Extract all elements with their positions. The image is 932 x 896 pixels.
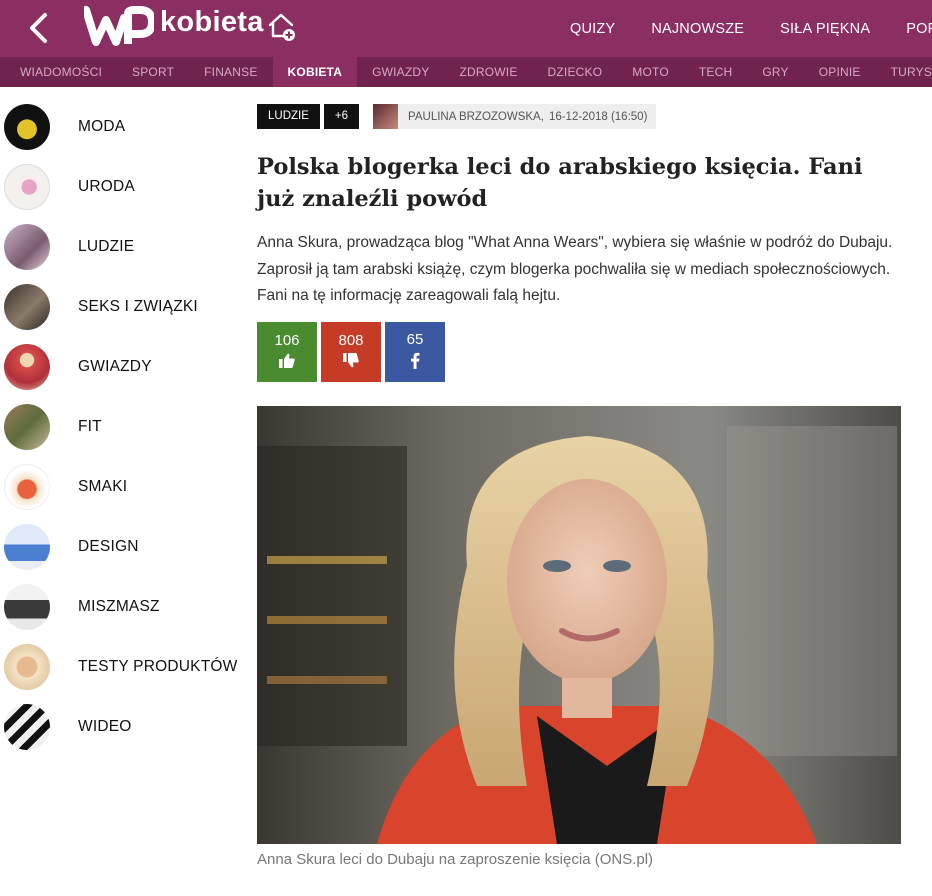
dislike-button[interactable]: 808: [321, 322, 381, 382]
miszmasz-thumbnail: [4, 584, 50, 630]
cat-zdrowie[interactable]: ZDROWIE: [444, 57, 532, 87]
cat-dziecko[interactable]: DZIECKO: [533, 57, 618, 87]
nav-popularne[interactable]: POPU: [906, 21, 932, 37]
author-name: PAULINA BRZOZOWSKA,: [408, 110, 544, 123]
seks-thumbnail: [4, 284, 50, 330]
wideo-thumbnail: [4, 704, 50, 750]
facebook-count: 65: [406, 330, 424, 348]
article-tag[interactable]: LUDZIE: [257, 104, 320, 129]
sidebar-item-label: URODA: [78, 178, 135, 195]
sidebar: MODA URODA LUDZIE SEKS I ZWIĄZKI GWIAZDY…: [0, 97, 240, 757]
design-thumbnail: [4, 524, 50, 570]
sidebar-item-label: WIDEO: [78, 718, 132, 735]
article-tag-more[interactable]: +6: [323, 104, 360, 129]
uroda-thumbnail: [4, 164, 50, 210]
sidebar-item-gwiazdy[interactable]: GWIAZDY: [0, 337, 240, 397]
sidebar-item-label: MODA: [78, 118, 126, 135]
testy-thumbnail: [4, 644, 50, 690]
sidebar-item-uroda[interactable]: URODA: [0, 157, 240, 217]
sidebar-item-smaki[interactable]: SMAKI: [0, 457, 240, 517]
article-lead: Anna Skura, prowadząca blog "What Anna W…: [257, 234, 893, 304]
cat-turystyka[interactable]: TURYSTYKA: [876, 57, 932, 87]
sidebar-item-design[interactable]: DESIGN: [0, 517, 240, 577]
dislike-count: 808: [338, 331, 364, 349]
facebook-share-button[interactable]: 65: [385, 322, 445, 382]
sidebar-item-label: LUDZIE: [78, 238, 135, 255]
back-icon[interactable]: [22, 10, 54, 46]
gwiazdy-thumbnail: [4, 344, 50, 390]
avatar: [373, 104, 399, 129]
facebook-icon: [410, 352, 420, 374]
like-button[interactable]: 106: [257, 322, 317, 382]
sidebar-item-label: GWIAZDY: [78, 358, 152, 375]
sidebar-item-wideo[interactable]: WIDEO: [0, 697, 240, 757]
cat-kobieta[interactable]: KOBIETA: [272, 57, 358, 87]
sidebar-item-seks-i-zwiazki[interactable]: SEKS I ZWIĄZKI: [0, 277, 240, 337]
sidebar-item-fit[interactable]: FIT: [0, 397, 240, 457]
cat-sport[interactable]: SPORT: [117, 57, 189, 87]
sidebar-item-label: FIT: [78, 418, 102, 435]
logo-text[interactable]: kobieta: [160, 6, 264, 39]
thumbs-down-icon: [343, 352, 359, 373]
thumbs-up-icon: [279, 353, 295, 373]
article-title: Polska blogerka leci do arabskiego księc…: [257, 154, 863, 212]
category-bar: WIADOMOŚCI SPORT FINANSE KOBIETA GWIAZDY…: [0, 57, 932, 87]
sidebar-item-label: TESTY PRODUKTÓW: [78, 658, 238, 675]
top-bar: kobieta QUIZY NAJNOWSZE SIŁA PIĘKNA POPU: [0, 0, 932, 57]
sidebar-item-miszmasz[interactable]: MISZMASZ: [0, 577, 240, 637]
article-meta: LUDZIE +6 PAULINA BRZOZOWSKA, 16-12-2018…: [257, 104, 657, 129]
nav-quizy[interactable]: QUIZY: [570, 21, 615, 37]
like-count: 106: [274, 331, 300, 349]
sidebar-item-label: SEKS I ZWIĄZKI: [78, 298, 198, 315]
fit-thumbnail: [4, 404, 50, 450]
nav-najnowsze[interactable]: NAJNOWSZE: [651, 21, 744, 37]
cat-moto[interactable]: MOTO: [617, 57, 684, 87]
cat-finanse[interactable]: FINANSE: [189, 57, 272, 87]
author-box: PAULINA BRZOZOWSKA, 16-12-2018 (16:50): [373, 104, 657, 129]
sidebar-item-label: MISZMASZ: [78, 598, 160, 615]
sidebar-item-testy-produktow[interactable]: TESTY PRODUKTÓW: [0, 637, 240, 697]
nav-sila-piekna[interactable]: SIŁA PIĘKNA: [780, 21, 870, 37]
cat-opinie[interactable]: OPINIE: [804, 57, 876, 87]
article-photo[interactable]: [257, 406, 901, 844]
top-nav: QUIZY NAJNOWSZE SIŁA PIĘKNA POPU: [552, 0, 932, 57]
moda-thumbnail: [4, 104, 50, 150]
cat-gry[interactable]: GRY: [747, 57, 803, 87]
photo-caption: Anna Skura leci do Dubaju na zaproszenie…: [257, 851, 654, 868]
cat-gwiazdy[interactable]: GWIAZDY: [357, 57, 444, 87]
sidebar-item-label: SMAKI: [78, 478, 128, 495]
wp-logo-icon[interactable]: [82, 6, 156, 48]
cat-wiadomosci[interactable]: WIADOMOŚCI: [5, 57, 117, 87]
smaki-thumbnail: [4, 464, 50, 510]
sidebar-item-ludzie[interactable]: LUDZIE: [0, 217, 240, 277]
sidebar-item-label: DESIGN: [78, 538, 139, 555]
add-to-home-icon[interactable]: [266, 10, 298, 42]
ludzie-thumbnail: [4, 224, 50, 270]
cat-tech[interactable]: TECH: [684, 57, 747, 87]
sidebar-item-moda[interactable]: MODA: [0, 97, 240, 157]
vote-buttons: 106 808 65: [257, 322, 449, 382]
article-date: 16-12-2018 (16:50): [548, 110, 648, 123]
